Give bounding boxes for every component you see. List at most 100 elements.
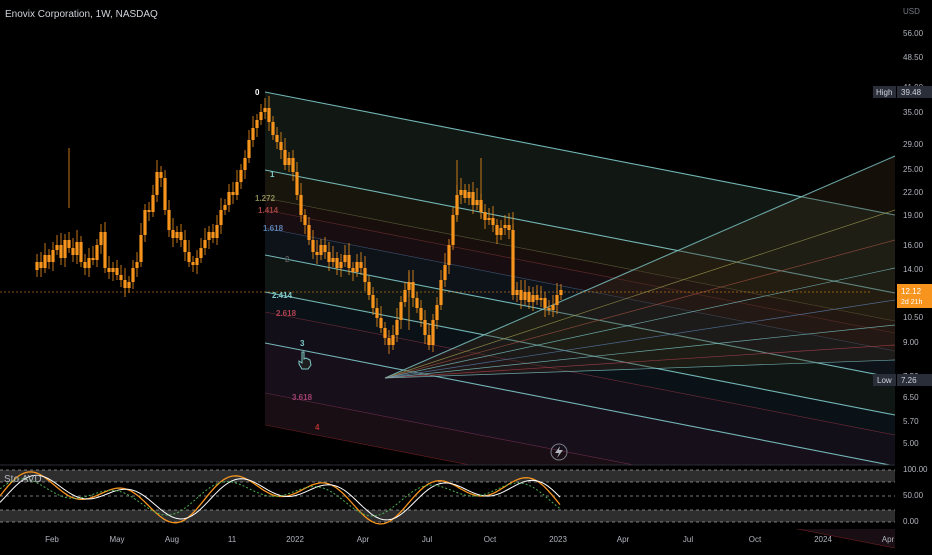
oscillator-pane[interactable]: Sto.AVD bbox=[0, 464, 932, 529]
candle-body bbox=[363, 268, 367, 282]
candle-body bbox=[503, 225, 507, 228]
candle-body bbox=[171, 230, 175, 238]
time-tick: Apr bbox=[357, 535, 370, 544]
candle-body bbox=[107, 268, 111, 272]
candle-body bbox=[515, 290, 519, 295]
candle-body bbox=[255, 120, 259, 128]
time-tick: 2024 bbox=[814, 535, 832, 544]
candle-body bbox=[155, 172, 159, 195]
candle-body bbox=[175, 232, 179, 238]
candle-body bbox=[527, 292, 531, 302]
fib-level-label: 2.414 bbox=[272, 291, 293, 300]
candle-body bbox=[399, 302, 403, 320]
candle-body bbox=[203, 240, 207, 248]
candle-body bbox=[367, 282, 371, 295]
candle-body bbox=[531, 295, 535, 302]
chart-window[interactable]: Sto.AVD 0 1 1.272 1.414 1.618 2 2.414 2.618 3 3.6… bbox=[0, 0, 932, 550]
candle-body bbox=[263, 108, 267, 112]
candle-body bbox=[115, 268, 119, 275]
candle-body bbox=[43, 255, 47, 268]
price-chart[interactable]: Sto.AVD 0 1 1.272 1.414 1.618 2 2.414 2.618 3 3.6… bbox=[0, 0, 932, 550]
candle-body bbox=[435, 305, 439, 320]
price-tick: 29.00 bbox=[903, 140, 924, 149]
fib-level-label: 3 bbox=[300, 339, 305, 348]
candle-body bbox=[483, 212, 487, 220]
low-label: Low bbox=[877, 376, 892, 385]
candle-body bbox=[331, 258, 335, 262]
candle-body bbox=[387, 338, 391, 345]
price-tick: 25.00 bbox=[903, 165, 924, 174]
price-tick: 9.00 bbox=[903, 338, 919, 347]
candle-body bbox=[375, 308, 379, 318]
fib-level-label: 2 bbox=[285, 255, 290, 264]
candle-body bbox=[507, 225, 511, 230]
candle-body bbox=[239, 170, 243, 182]
candle-body bbox=[487, 218, 491, 220]
candle-body bbox=[71, 248, 75, 255]
candle-body bbox=[291, 158, 295, 172]
price-tick: 10.50 bbox=[903, 313, 924, 322]
candle-body bbox=[295, 172, 299, 195]
candle-body bbox=[59, 245, 63, 258]
time-axis[interactable]: Feb May Aug 11 2022 Apr Jul Oct 2023 Apr Jul Oct 202… bbox=[45, 535, 894, 544]
candle-body bbox=[519, 290, 523, 300]
candle-body bbox=[111, 268, 115, 272]
time-tick: 2023 bbox=[549, 535, 567, 544]
candle-body bbox=[251, 128, 255, 140]
candle-body bbox=[379, 318, 383, 328]
candle-body bbox=[467, 192, 471, 198]
oscillator-label: Sto.AVD bbox=[4, 474, 42, 485]
time-tick: Apr bbox=[617, 535, 630, 544]
candle-body bbox=[423, 320, 427, 335]
candle-body bbox=[439, 280, 443, 305]
candle-body bbox=[219, 210, 223, 225]
time-tick: 11 bbox=[228, 535, 237, 544]
candle-body bbox=[67, 240, 71, 248]
candle-body bbox=[75, 242, 79, 255]
candle-body bbox=[139, 235, 143, 262]
fib-level-label: 1.272 bbox=[255, 194, 276, 203]
candle-body bbox=[539, 298, 543, 300]
candle-body bbox=[151, 195, 155, 212]
candle-body bbox=[259, 112, 263, 120]
candle-body bbox=[463, 190, 467, 198]
candle-body bbox=[427, 335, 431, 345]
candle-body bbox=[35, 262, 39, 270]
candle-body bbox=[211, 232, 215, 238]
candle-body bbox=[227, 192, 231, 205]
price-tick: 56.00 bbox=[903, 29, 924, 38]
fib-level-label: 1 bbox=[270, 170, 275, 179]
candle-body bbox=[163, 178, 167, 210]
candle-body bbox=[311, 240, 315, 252]
candle-body bbox=[543, 298, 547, 308]
candle-body bbox=[195, 258, 199, 265]
candle-body bbox=[451, 215, 455, 245]
candle-body bbox=[191, 262, 195, 265]
candle-body bbox=[247, 140, 251, 158]
candle-body bbox=[395, 320, 399, 335]
candle-body bbox=[147, 210, 151, 212]
candle-body bbox=[79, 242, 83, 262]
candle-body bbox=[323, 245, 327, 252]
candle-body bbox=[283, 150, 287, 165]
candle-body bbox=[131, 268, 135, 282]
candle-body bbox=[103, 232, 107, 268]
candle-body bbox=[475, 200, 479, 205]
candle-body bbox=[555, 295, 559, 305]
price-tick: 22.00 bbox=[903, 188, 924, 197]
candle-body bbox=[95, 245, 99, 260]
time-tick: Oct bbox=[484, 535, 497, 544]
high-value: 39.48 bbox=[901, 88, 922, 97]
candle-body bbox=[91, 258, 95, 260]
osc-scale-0: 0.00 bbox=[903, 517, 919, 526]
price-tick: 5.00 bbox=[903, 439, 919, 448]
candle-body bbox=[335, 258, 339, 268]
osc-scale-50: 50.00 bbox=[903, 491, 924, 500]
candle-body bbox=[271, 122, 275, 135]
candle-body bbox=[355, 262, 359, 272]
candle-body bbox=[187, 252, 191, 262]
candle-body bbox=[267, 108, 271, 122]
candle-body bbox=[63, 240, 67, 258]
candle-body bbox=[371, 295, 375, 308]
candle-body bbox=[119, 275, 123, 280]
